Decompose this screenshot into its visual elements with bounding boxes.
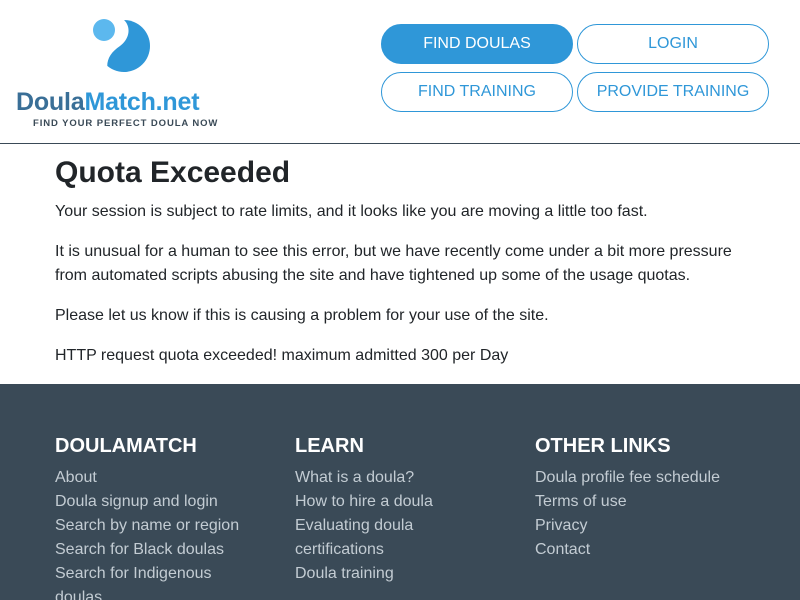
site-header: DoulaMatch.net FIND YOUR PERFECT DOULA N… <box>0 0 800 144</box>
page-title: Quota Exceeded <box>55 156 291 189</box>
quota-error-detail: HTTP request quota exceeded! maximum adm… <box>55 347 509 364</box>
footer-link-fee-schedule[interactable]: Doula profile fee schedule <box>535 466 735 490</box>
footer-heading-doulamatch: DOULAMATCH <box>55 435 197 457</box>
rate-limit-message: Your session is subject to rate limits, … <box>55 203 648 220</box>
doula-logo-icon <box>92 13 150 79</box>
footer-link-search-name-region[interactable]: Search by name or region <box>55 514 255 538</box>
logo-word-part2: Match.net <box>84 88 200 116</box>
footer-link-doula-training[interactable]: Doula training <box>295 562 495 586</box>
footer-link-doula-signup[interactable]: Doula signup and login <box>55 490 255 514</box>
footer-column-other-links: OTHER LINKS Doula profile fee schedule T… <box>535 434 735 562</box>
main-content: Quota Exceeded Your session is subject t… <box>55 154 755 384</box>
footer-column-doulamatch: DOULAMATCH About Doula signup and login … <box>55 434 255 600</box>
contact-request: Please let us know if this is causing a … <box>55 307 549 324</box>
footer-link-what-is-doula[interactable]: What is a doula? <box>295 466 495 490</box>
provide-training-button[interactable]: PROVIDE TRAINING <box>577 72 769 112</box>
footer-link-search-indigenous-doulas[interactable]: Search for Indigenous doulas <box>55 562 255 600</box>
site-footer: DOULAMATCH About Doula signup and login … <box>0 384 800 600</box>
footer-link-evaluating-certifications[interactable]: Evaluating doula certifications <box>295 514 495 562</box>
find-training-button[interactable]: FIND TRAINING <box>381 72 573 112</box>
footer-link-search-black-doulas[interactable]: Search for Black doulas <box>55 538 255 562</box>
footer-heading-other-links: OTHER LINKS <box>535 435 671 457</box>
pressure-explanation: It is unusual for a human to see this er… <box>55 243 732 284</box>
site-logo[interactable]: DoulaMatch.net FIND YOUR PERFECT DOULA N… <box>16 12 226 132</box>
footer-link-how-to-hire[interactable]: How to hire a doula <box>295 490 495 514</box>
logo-word-part1: Doula <box>16 88 85 116</box>
footer-link-privacy[interactable]: Privacy <box>535 514 735 538</box>
find-doulas-button[interactable]: FIND DOULAS <box>381 24 573 64</box>
logo-wordmark: DoulaMatch.net <box>16 88 200 117</box>
login-button[interactable]: LOGIN <box>577 24 769 64</box>
logo-tagline: FIND YOUR PERFECT DOULA NOW <box>33 118 219 129</box>
footer-link-contact[interactable]: Contact <box>535 538 735 562</box>
footer-heading-learn: LEARN <box>295 435 364 457</box>
footer-link-terms[interactable]: Terms of use <box>535 490 735 514</box>
footer-column-learn: LEARN What is a doula? How to hire a dou… <box>295 434 495 586</box>
footer-link-about[interactable]: About <box>55 466 255 490</box>
